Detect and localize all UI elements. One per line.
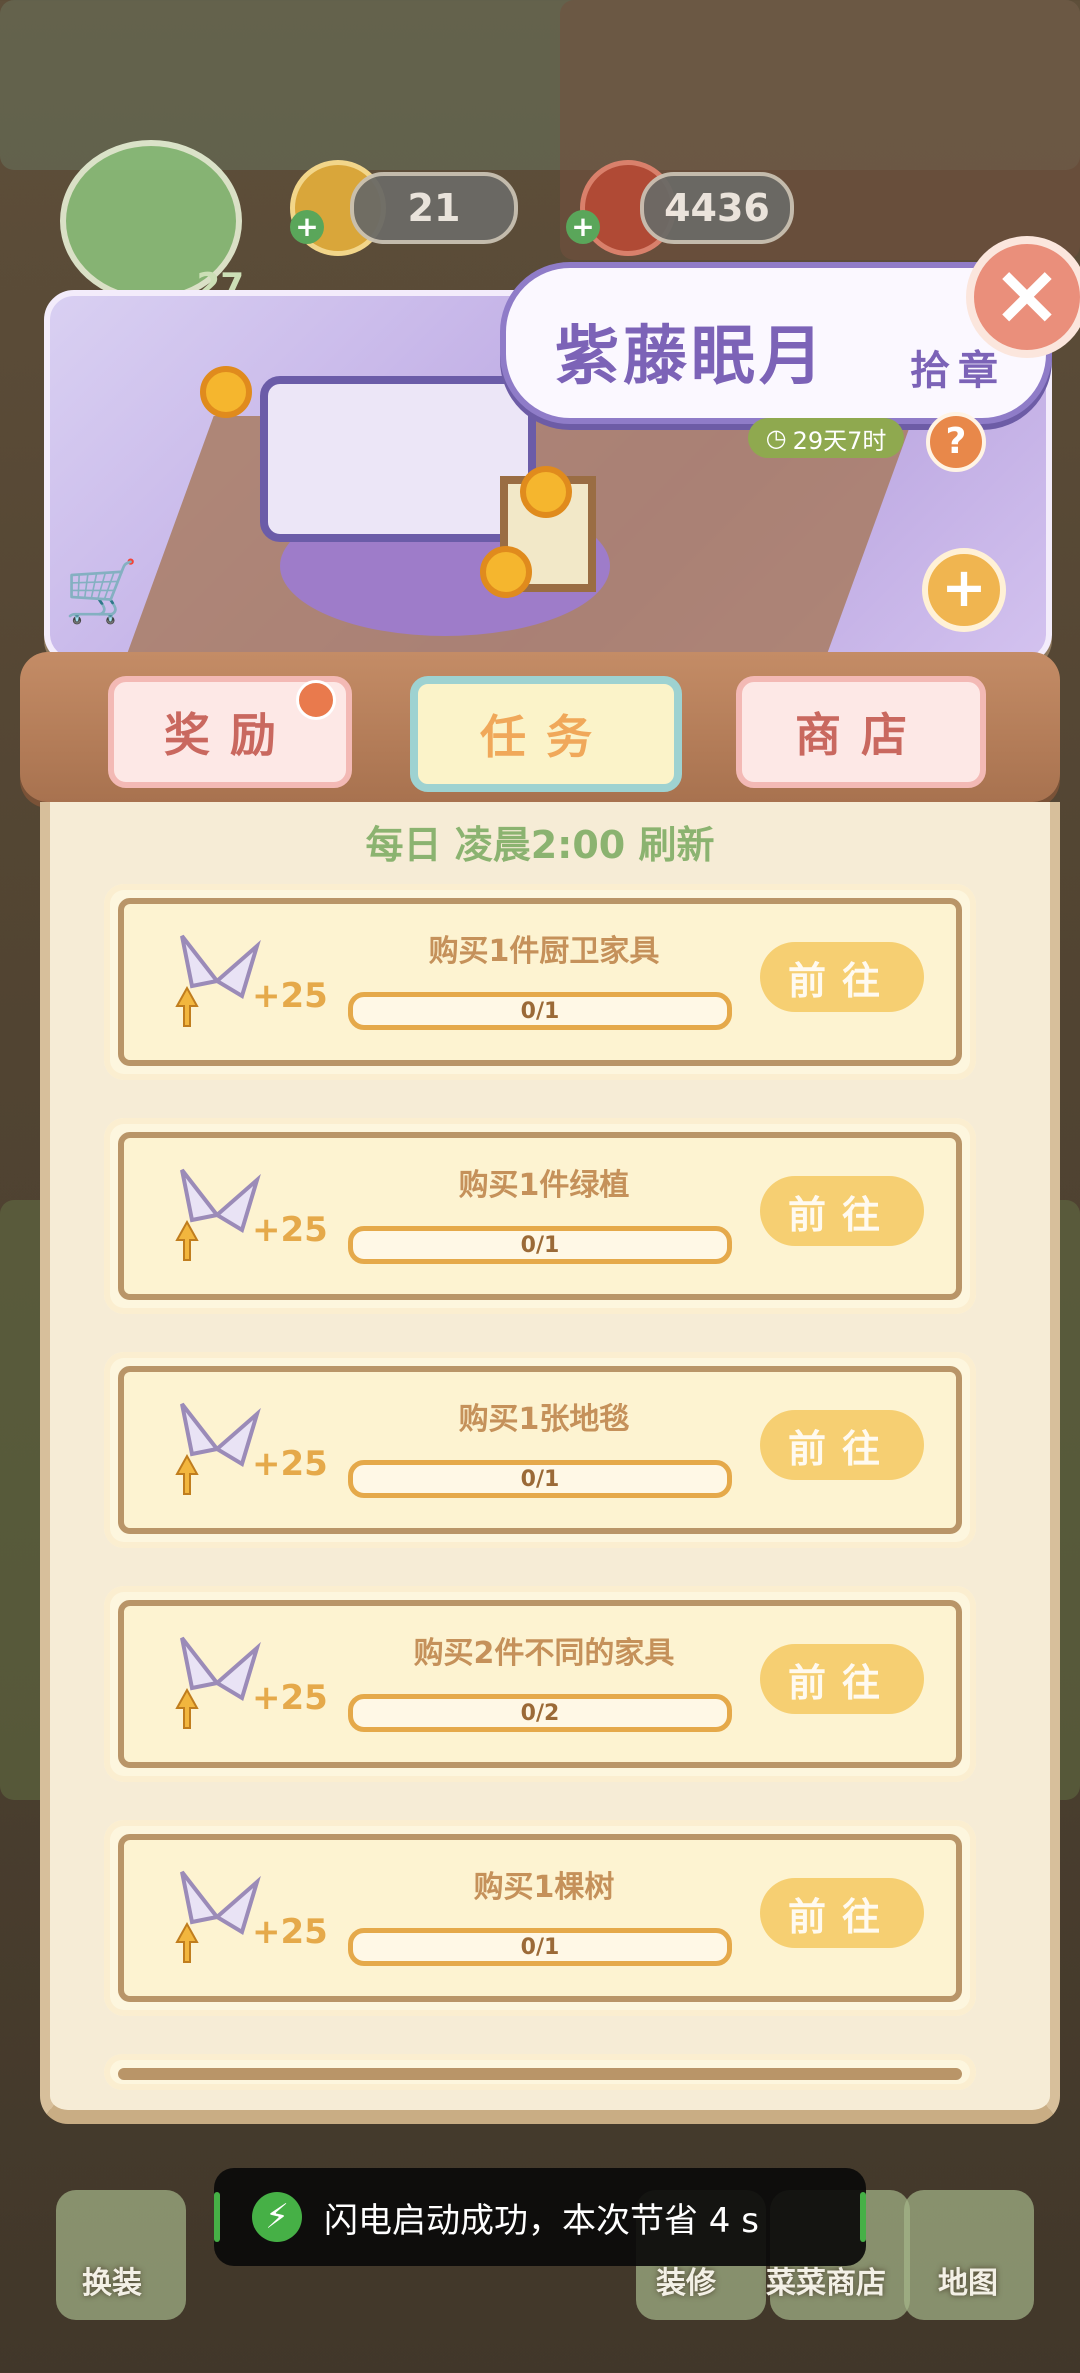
go-button-label: 前往 — [787, 1426, 896, 1471]
player-avatar[interactable]: 27 — [60, 140, 244, 306]
coin-count: 21 — [407, 186, 461, 230]
nav-dress-label: 换装 — [82, 2266, 142, 2301]
go-button[interactable]: 前往 — [760, 1644, 924, 1714]
task-card: +25 购买1棵树 0/1 前往 — [104, 1820, 976, 2016]
toast-text: 闪电启动成功，本次节省 4 s — [324, 2200, 759, 2241]
lightning-icon: ⚡ — [252, 2192, 302, 2242]
reward-amount: +25 — [252, 1444, 328, 1484]
tab-shop[interactable]: 商店 — [736, 676, 986, 788]
progress-bar: 0/1 — [348, 1928, 732, 1966]
cart-icon[interactable]: 🛒 — [64, 560, 140, 624]
add-berries-icon[interactable]: + — [566, 210, 600, 244]
toast-message: ⚡ 闪电启动成功，本次节省 4 s — [214, 2168, 866, 2266]
sunflower-illustration — [200, 366, 252, 418]
progress-text: 0/1 — [520, 998, 560, 1024]
go-button-label: 前往 — [787, 1660, 896, 1705]
event-title: 紫藤眠月 — [555, 320, 827, 394]
progress-text: 0/2 — [520, 1700, 560, 1726]
progress-bar: 0/1 — [348, 1226, 732, 1264]
task-card-partial — [104, 2054, 976, 2090]
go-button[interactable]: 前往 — [760, 1878, 924, 1948]
reward-amount: +25 — [252, 1678, 328, 1718]
go-button[interactable]: 前往 — [760, 1176, 924, 1246]
tab-tasks-label: 任务 — [480, 710, 612, 764]
progress-bar: 0/1 — [348, 1460, 732, 1498]
task-name: 购买1件绿植 — [458, 1168, 630, 1203]
bed-illustration — [260, 376, 536, 542]
task-card: +25 购买1件厨卫家具 0/1 前往 — [104, 884, 976, 1080]
add-coins-icon[interactable]: + — [290, 210, 324, 244]
progress-text: 0/1 — [520, 1934, 560, 1960]
zoom-in-icon[interactable]: + — [922, 548, 1006, 632]
berry-counter: 4436 — [640, 172, 794, 244]
task-card: +25 购买1张地毯 0/1 前往 — [104, 1352, 976, 1548]
task-name: 购买1张地毯 — [458, 1402, 630, 1437]
task-card: +25 购买1件绿植 0/1 前往 — [104, 1118, 976, 1314]
go-button-label: 前往 — [787, 1894, 896, 1939]
question-icon[interactable]: ? — [926, 412, 986, 472]
go-button-label: 前往 — [787, 1192, 896, 1237]
timer-text: 29天7时 — [792, 426, 887, 455]
clock-icon: ◷ — [765, 424, 787, 452]
sunflower-illustration — [520, 466, 572, 518]
progress-text: 0/1 — [520, 1232, 560, 1258]
go-button[interactable]: 前往 — [760, 1410, 924, 1480]
toast-edge — [860, 2192, 866, 2242]
reward-amount: +25 — [252, 1912, 328, 1952]
event-timer: ◷ 29天7时 — [748, 418, 904, 458]
progress-bar: 0/1 — [348, 992, 732, 1030]
tab-rewards-label: 奖励 — [164, 708, 296, 762]
task-name: 购买1棵树 — [473, 1870, 615, 1905]
task-name: 购买1件厨卫家具 — [428, 934, 660, 969]
task-card: +25 购买2件不同的家具 0/2 前往 — [104, 1586, 976, 1782]
reward-amount: +25 — [252, 976, 328, 1016]
refresh-notice: 每日 凌晨2:00 刷新 — [365, 823, 715, 867]
go-button[interactable]: 前往 — [760, 942, 924, 1012]
go-button-label: 前往 — [787, 958, 896, 1003]
berry-count: 4436 — [664, 186, 770, 230]
close-icon[interactable]: × — [966, 236, 1080, 358]
task-card-frame — [118, 2068, 962, 2080]
reward-amount: +25 — [252, 1210, 328, 1250]
coin-counter: 21 — [350, 172, 518, 244]
progress-text: 0/1 — [520, 1466, 560, 1492]
sunflower-illustration — [480, 546, 532, 598]
progress-bar: 0/2 — [348, 1694, 732, 1732]
nav-map-label: 地图 — [938, 2266, 998, 2301]
toast-edge — [214, 2192, 220, 2242]
tab-shop-label: 商店 — [795, 708, 927, 762]
tab-bar: 奖励 任务 商店 — [20, 652, 1060, 802]
tab-tasks[interactable]: 任务 — [410, 676, 682, 792]
notification-badge — [296, 680, 336, 720]
task-name: 购买2件不同的家具 — [413, 1636, 675, 1671]
